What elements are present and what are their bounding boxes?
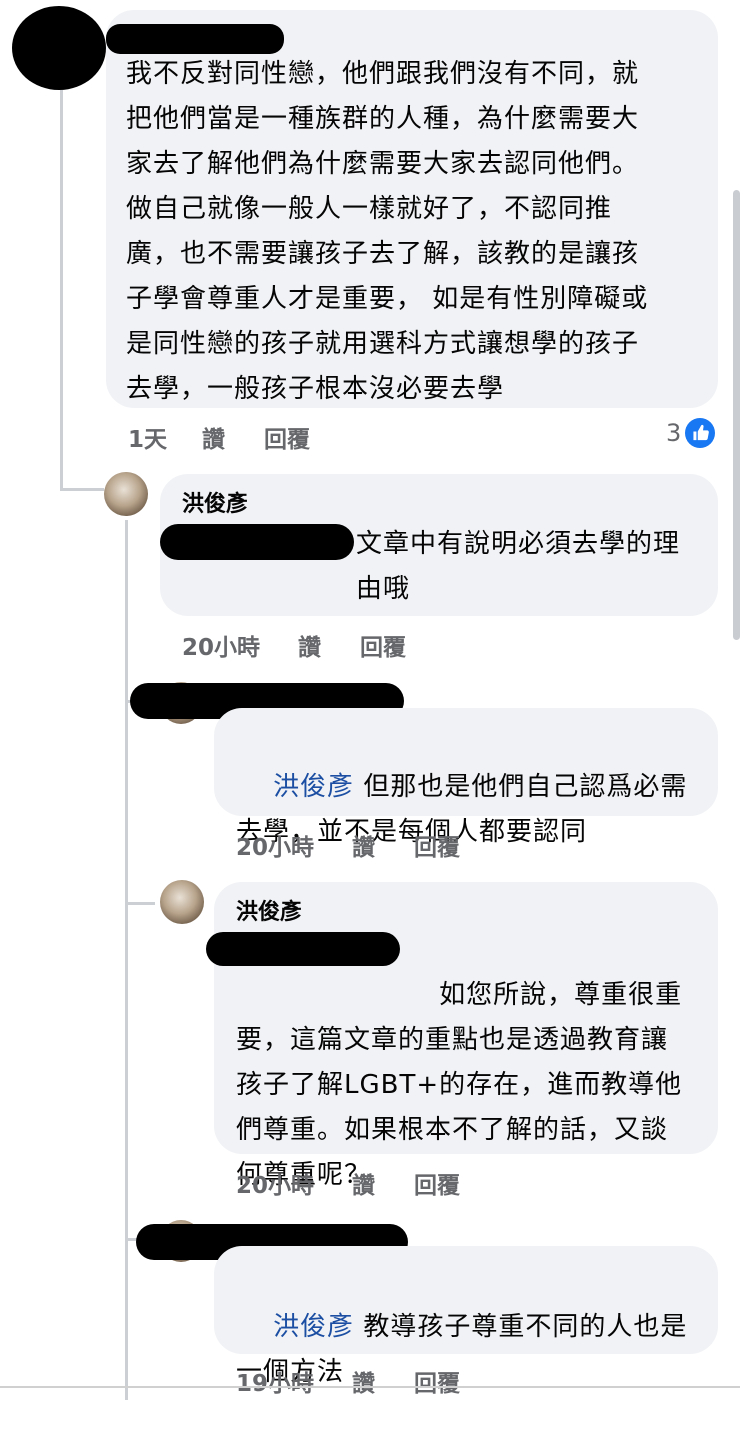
reaction-summary[interactable]: 3 (666, 418, 716, 448)
top-comment-meta: 1天 讚 回覆 (128, 420, 310, 454)
reply3-bubble: 洪俊彥 如您所說，尊重很重 要，這篇文章的重點也是透過教育讓 孩子了解LGBT+的… (206, 882, 718, 1190)
like-button[interactable]: 讚 (202, 420, 264, 454)
reply-button[interactable]: 回覆 (414, 828, 460, 862)
mention-link[interactable]: 洪俊彥 (273, 1312, 354, 1342)
reply2-bubble: 洪俊彥 但那也是他們自己認爲必需 去學，並不是每個人都要認同 (214, 708, 718, 847)
redacted-author-name (106, 24, 284, 54)
reply4-meta: 19小時 讚 回覆 (236, 1364, 460, 1398)
reply1-text: 文章中有說明必須去學的理 由哦 (356, 529, 681, 604)
reply-button[interactable]: 回覆 (264, 420, 310, 454)
scrollbar[interactable] (733, 190, 740, 640)
reply1-meta: 20小時 讚 回覆 (182, 628, 406, 662)
comment-time[interactable]: 20小時 (236, 828, 352, 862)
thread-line-branch (125, 902, 155, 905)
like-button[interactable]: 讚 (352, 828, 414, 862)
comment-time[interactable]: 20小時 (182, 628, 298, 662)
comment-time[interactable]: 20小時 (236, 1166, 352, 1200)
reply1-author[interactable]: 洪俊彥 (182, 490, 248, 520)
comment-time[interactable]: 19小時 (236, 1364, 352, 1398)
reply-button[interactable]: 回覆 (414, 1364, 460, 1398)
reply4-bubble: 洪俊彥 教導孩子尊重不同的人也是 一個方法 (214, 1246, 718, 1387)
reply-button[interactable]: 回覆 (360, 628, 406, 662)
top-comment-text: 我不反對同性戀，他們跟我們沒有不同，就 把他們當是一種族群的人種，為什麼需要大 … (126, 59, 649, 404)
reply2-text-line1: 但那也是他們自己認爲必需 (354, 772, 688, 802)
reply-button[interactable]: 回覆 (414, 1166, 460, 1200)
reply2-text: 洪俊彥 但那也是他們自己認爲必需 去學，並不是每個人都要認同 (236, 720, 687, 900)
thread-line-sub (125, 520, 128, 1400)
reply4-text-line1: 教導孩子尊重不同的人也是 (354, 1312, 688, 1342)
thread-line-branch (60, 488, 104, 491)
mention-link[interactable]: 洪俊彥 (273, 772, 354, 802)
bottom-divider (0, 1386, 740, 1388)
thread-line-main (60, 90, 63, 490)
reaction-count: 3 (666, 419, 682, 447)
reply1-bubble: 洪俊彥 文章中有說明必須去學的理 由哦 (160, 474, 718, 616)
redacted-mention (160, 524, 354, 560)
avatar[interactable] (160, 880, 204, 924)
avatar[interactable] (104, 472, 148, 516)
reply3-text-line1: 如您所說，尊重很重 (439, 980, 683, 1010)
reply3-meta: 20小時 讚 回覆 (236, 1166, 460, 1200)
reply3-author[interactable]: 洪俊彥 (236, 898, 302, 928)
like-button[interactable]: 讚 (298, 628, 360, 662)
reply2-meta: 20小時 讚 回覆 (236, 828, 460, 862)
top-comment-bubble: 我不反對同性戀，他們跟我們沒有不同，就 把他們當是一種族群的人種，為什麼需要大 … (106, 10, 718, 408)
comment-time[interactable]: 1天 (128, 420, 202, 454)
like-icon (685, 418, 716, 448)
like-button[interactable]: 讚 (352, 1166, 414, 1200)
redacted-avatar (12, 6, 106, 90)
reply4-text: 洪俊彥 教導孩子尊重不同的人也是 一個方法 (236, 1260, 687, 1440)
like-button[interactable]: 讚 (352, 1364, 414, 1398)
